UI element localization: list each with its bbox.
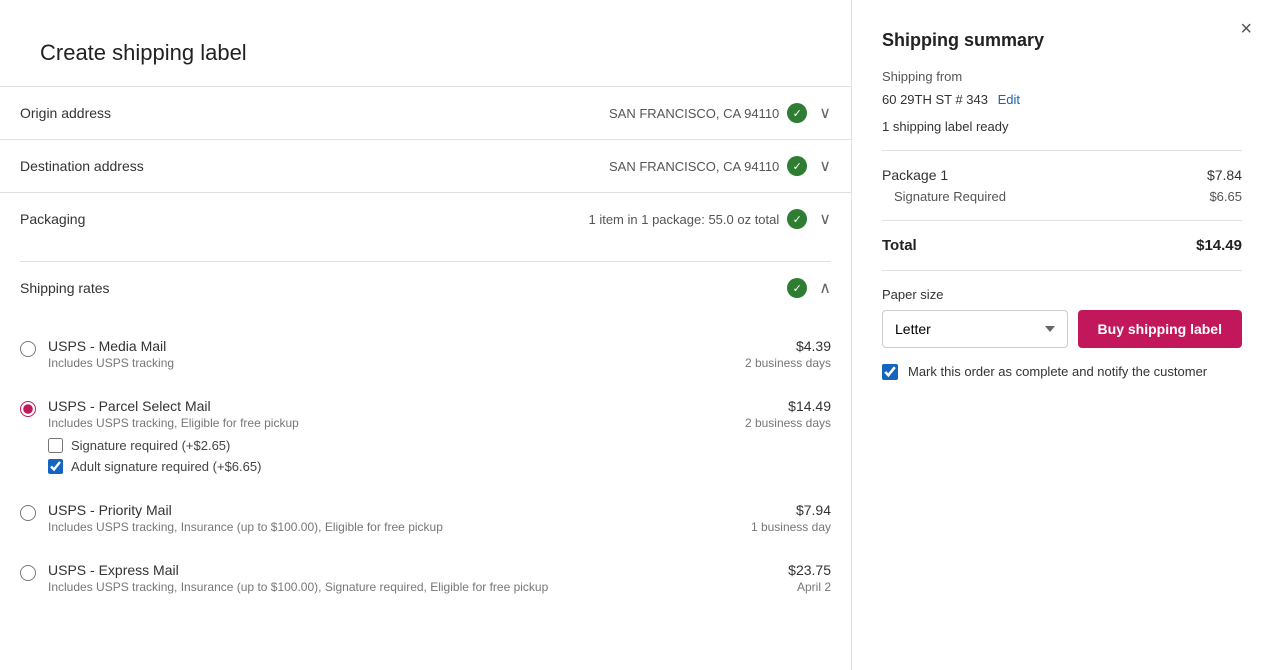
usps-express-days: April 2 xyxy=(731,580,831,594)
destination-address-label: Destination address xyxy=(20,158,144,174)
shipping-from-address: 60 29TH ST # 343 xyxy=(882,92,988,107)
adult-signature-label: Adult signature required (+$6.65) xyxy=(71,459,261,474)
usps-media-radio[interactable] xyxy=(20,341,36,357)
shipping-rates-chevron-icon: ∧ xyxy=(819,278,831,298)
signature-label: Signature Required xyxy=(894,189,1006,204)
package-price: $7.84 xyxy=(1207,167,1242,183)
edit-address-link[interactable]: Edit xyxy=(998,92,1020,107)
packaging-value: 1 item in 1 package: 55.0 oz total xyxy=(588,212,779,227)
shipping-rates-check-icon: ✓ xyxy=(787,278,807,298)
usps-media-name: USPS - Media Mail xyxy=(48,338,719,354)
usps-priority-price-col: $7.94 1 business day xyxy=(731,502,831,534)
shipping-from-label: Shipping from xyxy=(882,67,1242,88)
adult-signature-option[interactable]: Adult signature required (+$6.65) xyxy=(48,459,719,474)
usps-express-desc: Includes USPS tracking, Insurance (up to… xyxy=(48,580,719,594)
destination-check-icon: ✓ xyxy=(787,156,807,176)
shipping-rates-label: Shipping rates xyxy=(20,280,110,296)
signature-required-option[interactable]: Signature required (+$2.65) xyxy=(48,438,719,453)
total-price: $14.49 xyxy=(1196,237,1242,254)
origin-address-value: SAN FRANCISCO, CA 94110 xyxy=(609,106,779,121)
usps-priority-days: 1 business day xyxy=(731,520,831,534)
summary-ready-label: 1 shipping label ready xyxy=(882,119,1242,134)
packaging-label: Packaging xyxy=(20,211,85,227)
usps-express-details: USPS - Express Mail Includes USPS tracki… xyxy=(48,562,719,594)
usps-parcel-days: 2 business days xyxy=(731,416,831,430)
signature-required-checkbox[interactable] xyxy=(48,438,63,453)
paper-size-label: Paper size xyxy=(882,287,1242,302)
usps-parcel-price-col: $14.49 2 business days xyxy=(731,398,831,430)
usps-priority-price: $7.94 xyxy=(731,502,831,518)
rate-item-usps-priority: USPS - Priority Mail Includes USPS track… xyxy=(20,488,831,548)
package-label: Package 1 xyxy=(882,167,948,183)
destination-address-value: SAN FRANCISCO, CA 94110 xyxy=(609,159,779,174)
summary-divider-top xyxy=(882,150,1242,151)
usps-media-price: $4.39 xyxy=(731,338,831,354)
destination-address-row[interactable]: Destination address SAN FRANCISCO, CA 94… xyxy=(0,139,851,192)
usps-parcel-radio[interactable] xyxy=(20,401,36,417)
right-panel: Shipping summary Shipping from 60 29TH S… xyxy=(852,0,1272,670)
usps-media-details: USPS - Media Mail Includes USPS tracking xyxy=(48,338,719,370)
packaging-check-icon: ✓ xyxy=(787,209,807,229)
rates-list: USPS - Media Mail Includes USPS tracking… xyxy=(20,314,831,618)
mark-complete-label: Mark this order as complete and notify t… xyxy=(908,364,1207,379)
origin-check-icon: ✓ xyxy=(787,103,807,123)
usps-media-price-col: $4.39 2 business days xyxy=(731,338,831,370)
usps-parcel-name: USPS - Parcel Select Mail xyxy=(48,398,719,414)
shipping-rates-header[interactable]: Shipping rates ✓ ∧ xyxy=(20,261,831,314)
summary-divider-after-total xyxy=(882,270,1242,271)
usps-media-desc: Includes USPS tracking xyxy=(48,356,719,370)
usps-priority-details: USPS - Priority Mail Includes USPS track… xyxy=(48,502,719,534)
rate-item-usps-parcel: USPS - Parcel Select Mail Includes USPS … xyxy=(20,384,831,488)
usps-media-days: 2 business days xyxy=(731,356,831,370)
usps-parcel-options: Signature required (+$2.65) Adult signat… xyxy=(48,438,719,474)
rate-item-usps-express: USPS - Express Mail Includes USPS tracki… xyxy=(20,548,831,608)
modal-title: Create shipping label xyxy=(20,40,831,86)
usps-express-radio[interactable] xyxy=(20,565,36,581)
total-label: Total xyxy=(882,237,917,254)
close-button[interactable]: × xyxy=(1240,18,1252,41)
usps-parcel-desc: Includes USPS tracking, Eligible for fre… xyxy=(48,416,719,430)
packaging-chevron-icon: ∨ xyxy=(819,209,831,229)
usps-priority-name: USPS - Priority Mail xyxy=(48,502,719,518)
signature-price: $6.65 xyxy=(1209,189,1242,204)
paper-size-controls: Letter 4x6 Buy shipping label xyxy=(882,310,1242,348)
origin-address-row[interactable]: Origin address SAN FRANCISCO, CA 94110 ✓… xyxy=(0,86,851,139)
summary-title: Shipping summary xyxy=(882,30,1242,51)
adult-signature-checkbox[interactable] xyxy=(48,459,63,474)
summary-signature-row: Signature Required $6.65 xyxy=(882,189,1242,204)
summary-total-row: Total $14.49 xyxy=(882,237,1242,254)
usps-priority-radio[interactable] xyxy=(20,505,36,521)
summary-package-row: Package 1 $7.84 xyxy=(882,167,1242,183)
shipping-rates-section: Shipping rates ✓ ∧ USPS - Media Mail Inc… xyxy=(0,245,851,618)
usps-parcel-details: USPS - Parcel Select Mail Includes USPS … xyxy=(48,398,719,474)
paper-size-select[interactable]: Letter 4x6 xyxy=(882,310,1068,348)
mark-complete-checkbox[interactable] xyxy=(882,364,898,380)
usps-express-name: USPS - Express Mail xyxy=(48,562,719,578)
usps-priority-desc: Includes USPS tracking, Insurance (up to… xyxy=(48,520,719,534)
packaging-row[interactable]: Packaging 1 item in 1 package: 55.0 oz t… xyxy=(0,192,851,245)
usps-express-price-col: $23.75 April 2 xyxy=(731,562,831,594)
summary-divider-bottom xyxy=(882,220,1242,221)
origin-chevron-icon: ∨ xyxy=(819,103,831,123)
usps-express-price: $23.75 xyxy=(731,562,831,578)
usps-parcel-price: $14.49 xyxy=(731,398,831,414)
origin-address-label: Origin address xyxy=(20,105,111,121)
mark-complete-row: Mark this order as complete and notify t… xyxy=(882,364,1242,380)
signature-required-label: Signature required (+$2.65) xyxy=(71,438,230,453)
rate-item-usps-media: USPS - Media Mail Includes USPS tracking… xyxy=(20,324,831,384)
destination-chevron-icon: ∨ xyxy=(819,156,831,176)
buy-shipping-label-button[interactable]: Buy shipping label xyxy=(1078,310,1242,348)
